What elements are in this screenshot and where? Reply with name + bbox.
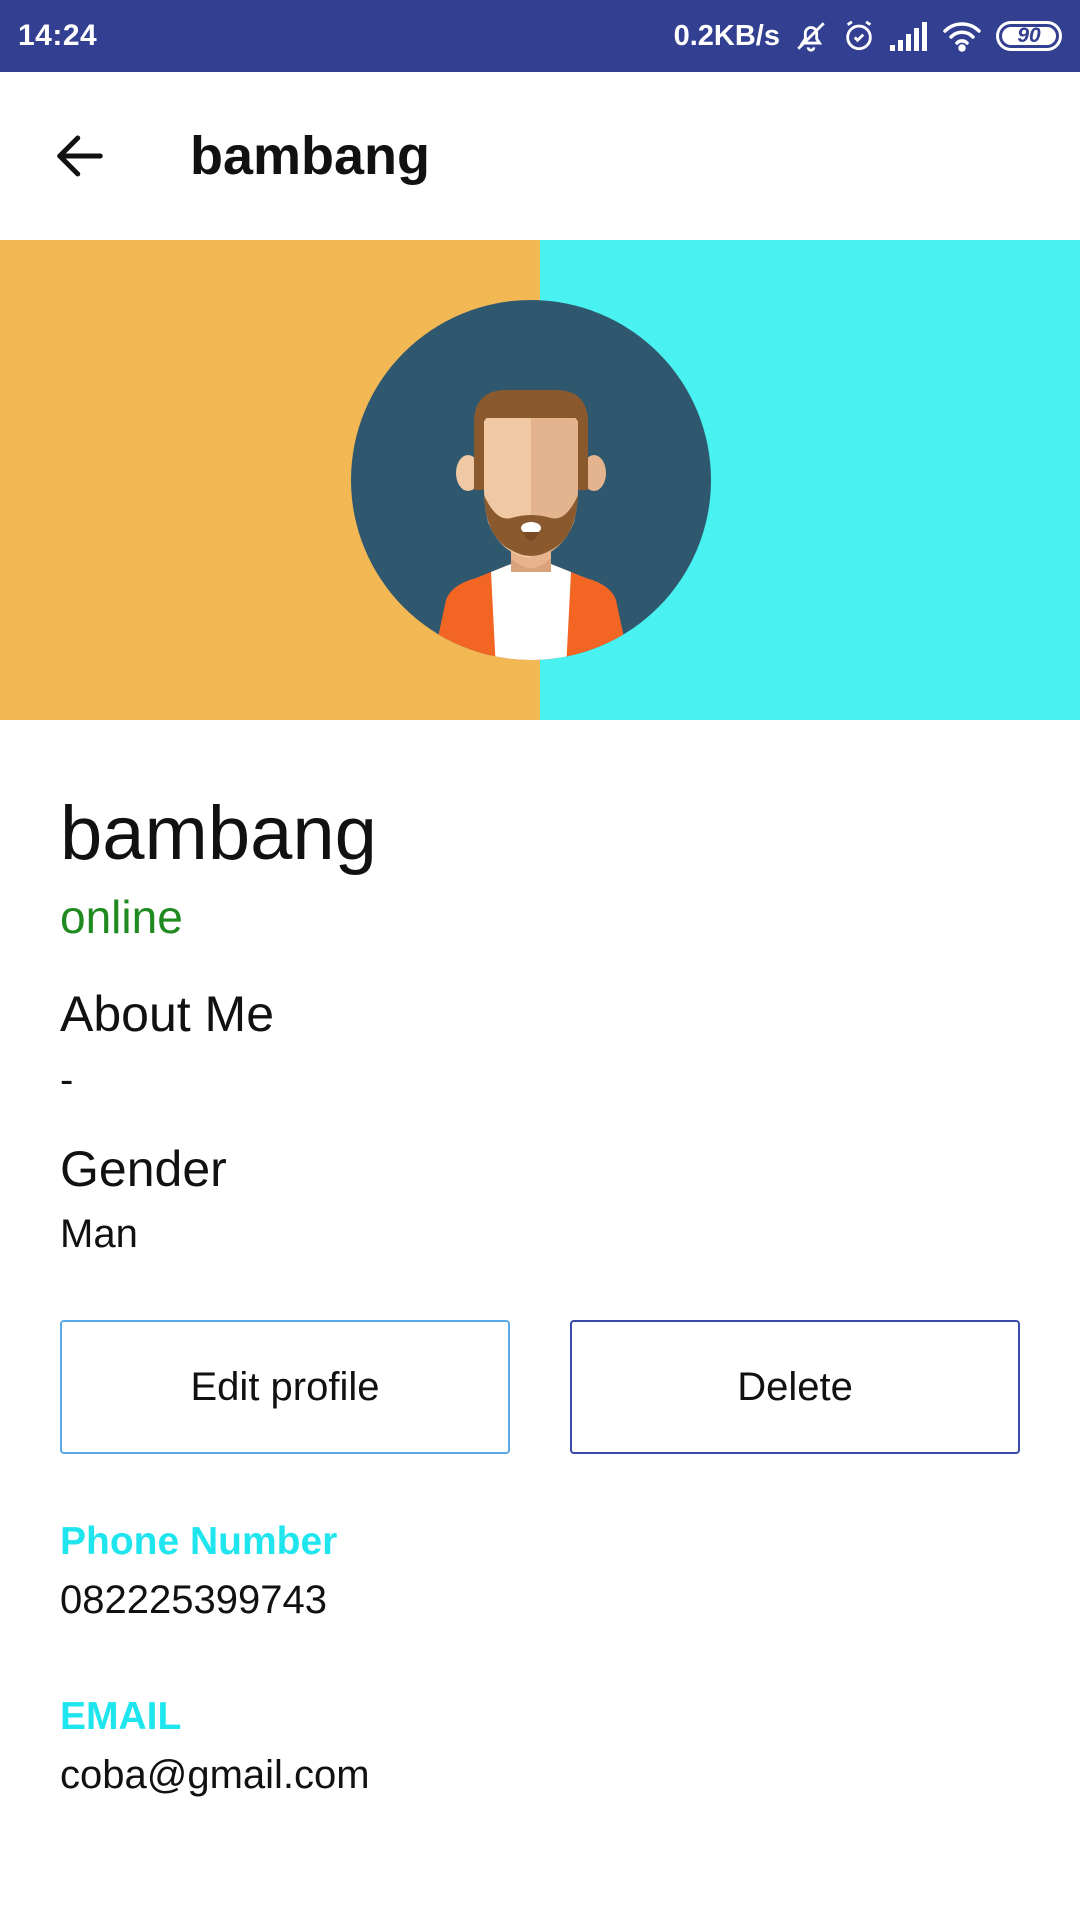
network-speed: 0.2KB/s: [673, 19, 780, 52]
profile-name: bambang: [60, 791, 377, 876]
wifi-icon: [942, 20, 982, 52]
signal-icon: [890, 21, 928, 51]
avatar[interactable]: [351, 300, 711, 660]
email-label: EMAIL: [60, 1695, 182, 1738]
arrow-left-icon: [57, 135, 103, 177]
alarm-icon: [842, 19, 876, 53]
app-bar: bambang: [0, 72, 1080, 240]
battery-icon: 90: [996, 21, 1062, 51]
edit-profile-button[interactable]: Edit profile: [60, 1320, 510, 1454]
status-bar: 14:24 0.2KB/s 90: [0, 0, 1080, 72]
status-icons: 0.2KB/s 90: [674, 19, 1062, 53]
online-status: online: [60, 891, 183, 943]
about-me-value: -: [60, 1058, 74, 1102]
battery-level: 90: [1017, 24, 1041, 47]
page-title: bambang: [190, 126, 431, 186]
mute-icon: [794, 19, 828, 53]
phone-number-label: Phone Number: [60, 1520, 338, 1563]
delete-button[interactable]: Delete: [570, 1320, 1020, 1454]
about-me-label: About Me: [60, 986, 275, 1042]
phone-number-value[interactable]: 082225399743: [60, 1578, 327, 1623]
back-button[interactable]: [40, 116, 120, 196]
email-value[interactable]: coba@gmail.com: [60, 1753, 370, 1798]
gender-label: Gender: [60, 1141, 227, 1197]
profile-banner: [0, 240, 1080, 720]
action-buttons: Edit profile Delete: [60, 1320, 1020, 1454]
status-time: 14:24: [18, 19, 98, 52]
gender-value: Man: [60, 1212, 138, 1256]
